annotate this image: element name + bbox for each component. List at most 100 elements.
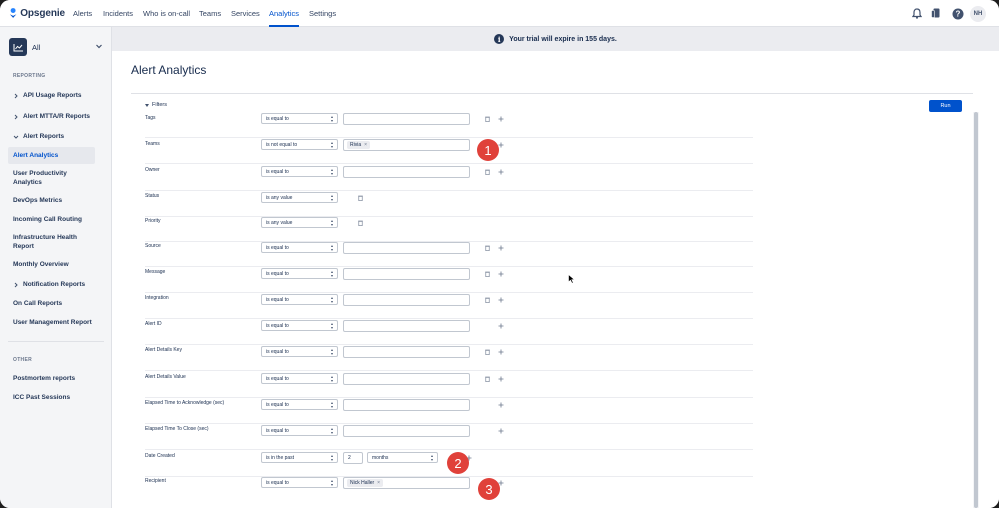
filter-operator-select[interactable]: is equal to bbox=[261, 425, 338, 436]
nav-settings[interactable]: Settings bbox=[309, 0, 336, 27]
nav-analytics[interactable]: Analytics bbox=[269, 0, 300, 27]
sidebar-item-label: Notification Reports bbox=[23, 281, 86, 288]
add-icon[interactable] bbox=[497, 348, 504, 355]
remove-tag-icon[interactable]: × bbox=[377, 480, 380, 486]
help-icon[interactable]: ? bbox=[951, 7, 964, 20]
filter-operator-select[interactable]: is equal to bbox=[261, 294, 338, 305]
filter-label: Source bbox=[145, 243, 161, 249]
filter-operator-select[interactable]: is equal to bbox=[261, 346, 338, 357]
add-icon[interactable] bbox=[497, 375, 504, 382]
filter-value-input[interactable] bbox=[343, 268, 470, 280]
add-icon[interactable] bbox=[497, 270, 504, 277]
filter-label: Tags bbox=[145, 115, 156, 121]
sidebar-item-icc-past-sessions[interactable]: ICC Past Sessions bbox=[13, 393, 70, 402]
add-icon[interactable] bbox=[497, 244, 504, 251]
filter-value-input[interactable] bbox=[343, 399, 470, 411]
top-navigation: Opsgenie Alerts Incidents Who is on-call… bbox=[0, 0, 999, 27]
trash-icon[interactable] bbox=[484, 348, 491, 355]
trash-icon[interactable] bbox=[484, 296, 491, 303]
filter-value-input[interactable] bbox=[343, 242, 470, 254]
sidebar-item-incoming-call-routing[interactable]: Incoming Call Routing bbox=[13, 215, 82, 224]
filter-value-input[interactable]: Rivia × bbox=[343, 139, 470, 151]
nav-alerts[interactable]: Alerts bbox=[73, 0, 92, 27]
add-icon[interactable] bbox=[497, 322, 504, 329]
scrollbar[interactable] bbox=[973, 112, 979, 508]
trash-icon[interactable] bbox=[484, 115, 491, 122]
filters-toggle[interactable]: Filters bbox=[145, 102, 167, 108]
filter-operator-select[interactable]: is equal to bbox=[261, 373, 338, 384]
title-divider bbox=[131, 93, 973, 94]
opsgenie-logo-icon bbox=[9, 8, 17, 18]
select-arrows-icon bbox=[331, 195, 334, 201]
filter-value-input[interactable] bbox=[343, 166, 470, 178]
filter-value-input[interactable] bbox=[343, 346, 470, 358]
date-unit-select[interactable]: months bbox=[367, 452, 438, 463]
nav-incidents[interactable]: Incidents bbox=[103, 0, 133, 27]
add-icon[interactable] bbox=[497, 427, 504, 434]
filter-operator-select[interactable]: is equal to bbox=[261, 399, 338, 410]
notification-bell-icon[interactable] bbox=[910, 7, 923, 20]
add-icon[interactable] bbox=[497, 168, 504, 175]
filter-operator-select[interactable]: is equal to bbox=[261, 268, 338, 279]
filter-value-input[interactable] bbox=[343, 294, 470, 306]
filter-operator-select[interactable]: is equal to bbox=[261, 166, 338, 177]
mobile-app-icon[interactable] bbox=[929, 7, 942, 20]
trash-icon[interactable] bbox=[357, 194, 364, 201]
filter-operator-select[interactable]: is in the past bbox=[261, 452, 338, 463]
filter-operator-select[interactable]: is any value bbox=[261, 217, 338, 228]
nav-who-is-on-call[interactable]: Who is on-call bbox=[143, 0, 190, 27]
sidebar-item-monthly-overview[interactable]: Monthly Overview bbox=[13, 260, 69, 269]
add-icon[interactable] bbox=[497, 401, 504, 408]
sidebar-item-postmortem-reports[interactable]: Postmortem reports bbox=[13, 374, 75, 383]
filter-operator-select[interactable]: is any value bbox=[261, 192, 338, 203]
trash-icon[interactable] bbox=[484, 244, 491, 251]
filter-value-input[interactable] bbox=[343, 425, 470, 437]
filter-operator-select[interactable]: is not equal to bbox=[261, 139, 338, 150]
chevron-right-icon bbox=[13, 114, 21, 120]
scrollbar-thumb[interactable] bbox=[974, 112, 978, 508]
filter-operator-select[interactable]: is equal to bbox=[261, 242, 338, 253]
select-arrows-icon bbox=[331, 480, 334, 486]
value-tag: Rivia × bbox=[347, 141, 371, 149]
filter-operator-select[interactable]: is equal to bbox=[261, 113, 338, 124]
sidebar-item-infrastructure-health-report[interactable]: Infrastructure Health Report bbox=[13, 233, 93, 251]
sidebar-item-notification-reports[interactable]: Notification Reports bbox=[13, 280, 85, 289]
sidebar-item-user-management-report[interactable]: User Management Report bbox=[13, 318, 92, 327]
chevron-right-icon bbox=[13, 93, 21, 99]
filter-operator-select[interactable]: is equal to bbox=[261, 477, 338, 488]
date-amount-input[interactable]: 2 bbox=[343, 452, 363, 464]
filter-operator-value: is equal to bbox=[266, 115, 289, 122]
add-icon[interactable] bbox=[497, 296, 504, 303]
sidebar-item-label: API Usage Reports bbox=[23, 92, 82, 99]
filter-operator-value: is not equal to bbox=[266, 141, 298, 148]
sidebar-item-devops-metrics[interactable]: DevOps Metrics bbox=[13, 196, 62, 205]
select-arrows-icon bbox=[331, 116, 334, 122]
sidebar-item-alert-reports[interactable]: Alert Reports bbox=[13, 132, 64, 141]
sidebar-item-api-usage-reports[interactable]: API Usage Reports bbox=[13, 91, 82, 100]
select-arrows-icon bbox=[431, 455, 434, 461]
filter-value-input[interactable] bbox=[343, 373, 470, 385]
remove-tag-icon[interactable]: × bbox=[364, 142, 367, 148]
sidebar-item-on-call-reports[interactable]: On Call Reports bbox=[13, 299, 62, 308]
user-avatar[interactable]: NH bbox=[970, 6, 986, 22]
filter-value-input[interactable]: Nick Haller × bbox=[343, 477, 470, 489]
nav-services[interactable]: Services bbox=[231, 0, 260, 27]
sidebar-item-alert-mtta-r-reports[interactable]: Alert MTTA/R Reports bbox=[13, 112, 90, 121]
trash-icon[interactable] bbox=[484, 168, 491, 175]
run-button[interactable]: Run bbox=[929, 100, 962, 112]
trash-icon[interactable] bbox=[357, 219, 364, 226]
trash-icon[interactable] bbox=[484, 270, 491, 277]
filters-label: Filters bbox=[152, 102, 167, 108]
trash-icon[interactable] bbox=[484, 375, 491, 382]
filter-value-input[interactable] bbox=[343, 320, 470, 332]
team-selector-label: All bbox=[32, 42, 41, 52]
filter-value-input[interactable] bbox=[343, 113, 470, 125]
select-arrows-icon bbox=[331, 428, 334, 434]
sidebar-item-alert-analytics[interactable]: Alert Analytics bbox=[13, 151, 58, 160]
sidebar-item-user-productivity-analytics[interactable]: User Productivity Analytics bbox=[13, 169, 93, 187]
team-selector[interactable]: All bbox=[9, 38, 105, 56]
add-icon[interactable] bbox=[497, 115, 504, 122]
filter-operator-select[interactable]: is equal to bbox=[261, 320, 338, 331]
nav-teams[interactable]: Teams bbox=[199, 0, 221, 27]
opsgenie-logo[interactable]: Opsgenie bbox=[9, 7, 65, 19]
